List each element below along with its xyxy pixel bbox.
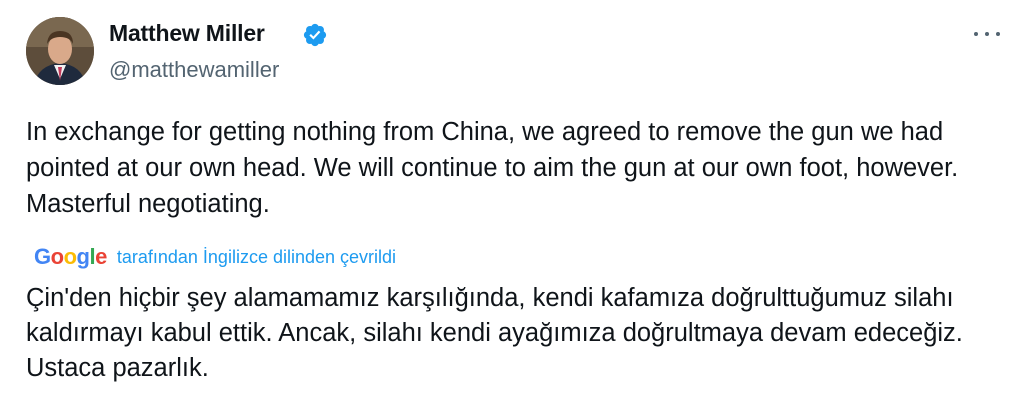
author-handle[interactable]: @matthewamiller [109,57,279,83]
translation-credit[interactable]: Google tarafından İngilizce dilinden çev… [34,243,396,271]
tweet-text: In exchange for getting nothing from Chi… [26,118,959,218]
translation-credit-text[interactable]: tarafından İngilizce dilinden çevrildi [117,247,396,268]
author-avatar[interactable] [26,17,94,85]
google-logo: Google [34,244,107,269]
tweet-card: Matthew Miller @matthewamiller In exchan… [0,0,1024,417]
avatar-image [26,17,94,85]
author-name[interactable]: Matthew Miller [109,20,265,47]
more-options-icon[interactable] [974,24,1000,44]
translated-tweet-text: Çin'den hiçbir şey alamamamız karşılığın… [26,284,963,382]
verified-badge-icon [303,23,327,47]
